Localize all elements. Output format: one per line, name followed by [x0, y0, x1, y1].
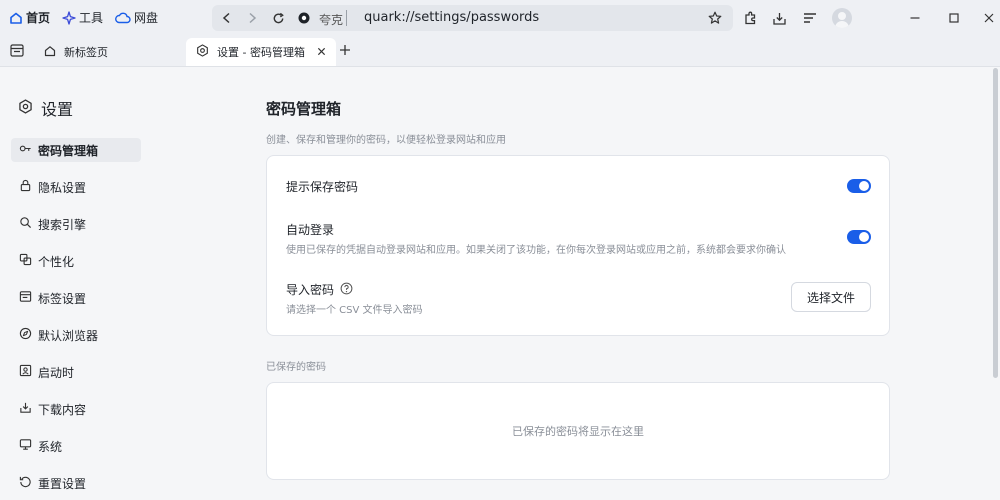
home-label: 首页	[26, 11, 51, 25]
tab-new-tab[interactable]: 新标签页	[44, 38, 108, 66]
offer-save-label: 提示保存密码	[286, 180, 359, 194]
sidebar-title: 设置	[18, 96, 73, 120]
compass-icon	[19, 327, 32, 343]
tools-label: 工具	[79, 11, 104, 25]
sidebar-item-downloads[interactable]: 下载内容	[11, 397, 141, 421]
address-divider	[346, 10, 347, 26]
quark-logo-icon	[295, 9, 313, 27]
gear-icon	[18, 98, 33, 118]
forward-icon[interactable]	[243, 9, 261, 27]
sidebar-item-label: 系统	[38, 439, 63, 454]
download-icon	[19, 401, 32, 417]
sidebar-title-text: 设置	[41, 100, 74, 119]
settings-sidebar: 设置 密码管理箱 隐私设置 搜索引擎 个性化 标签设置 默认浏览器 启动时 下载…	[0, 68, 160, 500]
sidebar-item-on-startup[interactable]: 启动时	[11, 360, 141, 384]
home-button[interactable]: 首页	[9, 9, 50, 26]
cloud-drive-button[interactable]: 网盘	[115, 9, 158, 26]
maximize-icon[interactable]	[945, 9, 963, 27]
address-bar[interactable]: 夸克 quark://settings/passwords	[212, 5, 733, 31]
sidebar-item-tabs[interactable]: 标签设置	[11, 286, 141, 310]
reset-icon	[19, 475, 32, 491]
cloud-label: 网盘	[134, 11, 159, 25]
lock-icon	[19, 179, 32, 195]
home-icon	[9, 11, 23, 25]
reload-icon[interactable]	[269, 9, 287, 27]
sidebar-item-label: 重置设置	[38, 476, 87, 491]
page-title: 密码管理箱	[266, 100, 342, 118]
close-window-icon[interactable]	[980, 9, 998, 27]
auto-signin-toggle[interactable]	[847, 230, 871, 244]
monitor-icon	[19, 438, 32, 454]
sidebar-item-privacy[interactable]: 隐私设置	[11, 175, 141, 199]
personalize-icon	[19, 253, 32, 269]
page-scrollbar[interactable]	[993, 68, 998, 378]
page-description: 创建、保存和管理你的密码，以便轻松登录网站和应用	[266, 135, 506, 146]
avatar[interactable]	[832, 8, 852, 28]
bookmark-star-icon[interactable]	[706, 9, 724, 27]
tab-icon	[19, 290, 32, 306]
sidebar-item-label: 标签设置	[38, 291, 87, 306]
sidebar-item-passwords[interactable]: 密码管理箱	[11, 138, 141, 162]
key-icon	[19, 142, 32, 158]
tab-list-icon[interactable]	[8, 41, 26, 59]
empty-state-text: 已保存的密码将显示在这里	[512, 425, 644, 438]
tools-button[interactable]: 工具	[62, 9, 103, 26]
sidebar-item-label: 搜索引擎	[38, 217, 87, 232]
saved-passwords-empty-state: 已保存的密码将显示在这里	[266, 382, 890, 480]
import-label: 导入密码	[286, 283, 335, 297]
auto-signin-description: 使用已保存的凭据自动登录网站和应用。如果关闭了该功能，在你每次登录网站或应用之前…	[286, 245, 786, 256]
sidebar-item-label: 默认浏览器	[38, 328, 99, 343]
sparkle-icon	[62, 10, 76, 25]
new-tab-plus-icon[interactable]	[336, 41, 354, 59]
sidebar-item-personalization[interactable]: 个性化	[11, 249, 141, 273]
auto-signin-label: 自动登录	[286, 223, 335, 237]
sidebar-item-search-engine[interactable]: 搜索引擎	[11, 212, 141, 236]
close-tab-icon[interactable]	[317, 46, 326, 59]
cloud-icon	[115, 11, 131, 25]
browser-toolbar: 首页 工具 网盘 夸克 quark://settings/passwords	[0, 0, 1000, 36]
home-tab-icon	[44, 45, 56, 60]
download-toolbar-icon[interactable]	[770, 9, 788, 27]
sidebar-item-default-browser[interactable]: 默认浏览器	[11, 323, 141, 347]
help-icon[interactable]	[340, 282, 353, 298]
saved-passwords-heading: 已保存的密码	[266, 362, 326, 373]
choose-file-button[interactable]: 选择文件	[791, 282, 871, 312]
minimize-icon[interactable]	[906, 9, 924, 27]
sidebar-item-label: 启动时	[38, 365, 75, 380]
sidebar-item-label: 密码管理箱	[38, 143, 99, 158]
sidebar-item-system[interactable]: 系统	[11, 434, 141, 458]
import-description: 请选择一个 CSV 文件导入密码	[286, 305, 423, 316]
sidebar-item-label: 个性化	[38, 254, 75, 269]
tab-label: 新标签页	[64, 46, 108, 59]
passwords-page: 密码管理箱 创建、保存和管理你的密码，以便轻松登录网站和应用 提示保存密码 自动…	[266, 68, 890, 500]
password-settings-card: 提示保存密码 自动登录 使用已保存的凭据自动登录网站和应用。如果关闭了该功能，在…	[266, 155, 890, 336]
search-icon	[19, 216, 32, 232]
startup-icon	[19, 364, 32, 380]
sidebar-item-label: 隐私设置	[38, 180, 87, 195]
back-icon[interactable]	[218, 9, 236, 27]
tab-settings[interactable]: 设置 - 密码管理箱	[186, 38, 336, 66]
search-engine-label: 夸克	[319, 13, 344, 27]
offer-save-toggle[interactable]	[847, 179, 871, 193]
settings-tab-icon	[196, 44, 209, 60]
tab-strip: 新标签页 设置 - 密码管理箱	[0, 36, 1000, 67]
sidebar-item-label: 下载内容	[38, 402, 87, 417]
extensions-icon[interactable]	[741, 9, 759, 27]
url-text[interactable]: quark://settings/passwords	[364, 10, 539, 25]
menu-icon[interactable]	[801, 9, 819, 27]
tab-label: 设置 - 密码管理箱	[217, 46, 305, 59]
sidebar-item-reset[interactable]: 重置设置	[11, 471, 141, 495]
